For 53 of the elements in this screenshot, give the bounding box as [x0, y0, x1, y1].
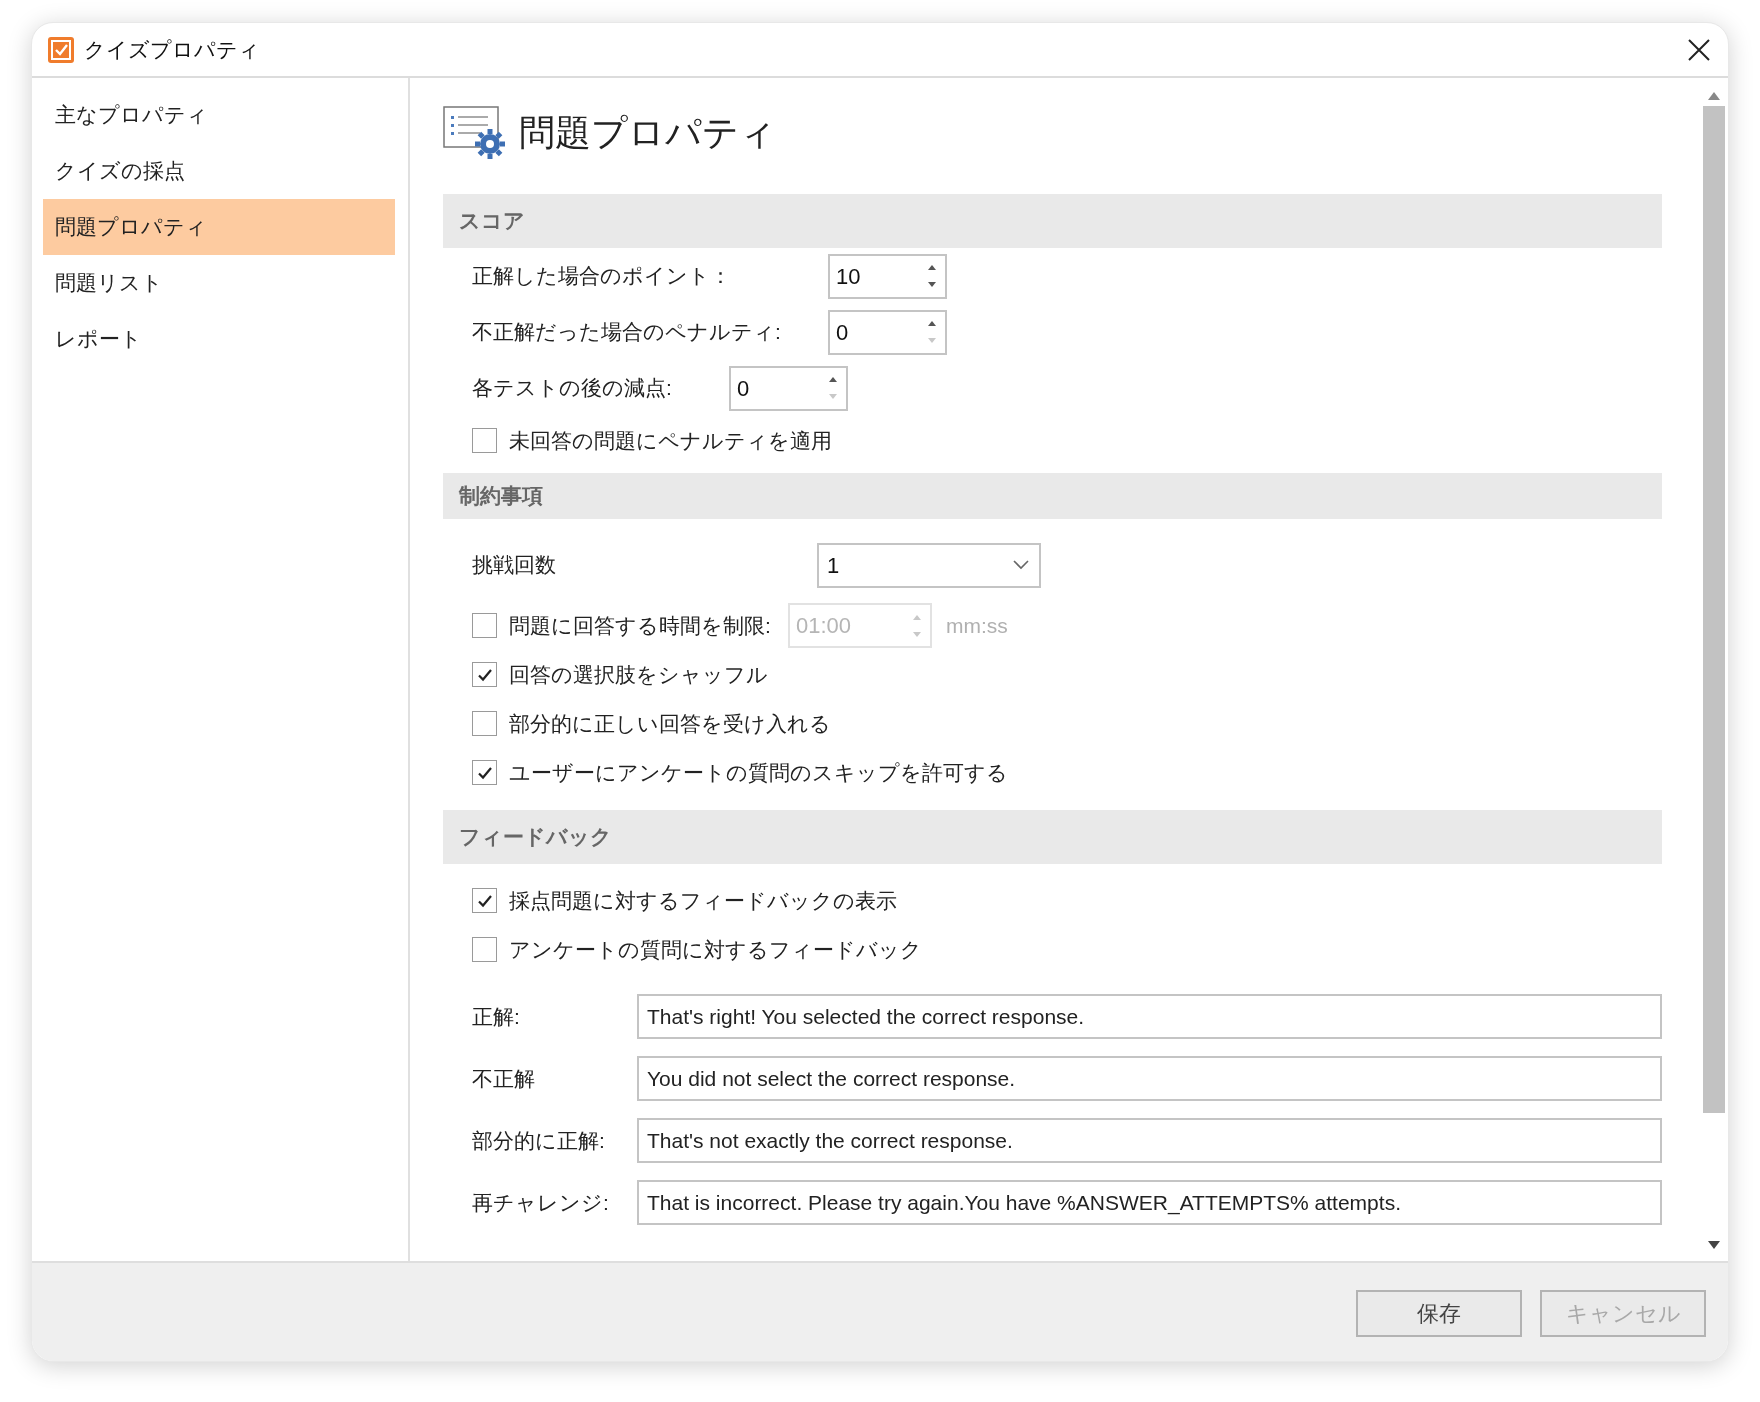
scroll-up-arrow-icon[interactable]: [1707, 92, 1720, 100]
text-field[interactable]: You did not select the correct response.: [637, 1056, 1662, 1101]
number-spinner[interactable]: 0: [828, 309, 947, 355]
section-header: スコア: [443, 194, 1662, 248]
spinner-value: 0: [836, 318, 850, 347]
checkbox[interactable]: [472, 711, 497, 736]
checkbox[interactable]: [472, 937, 497, 962]
text-field[interactable]: That's not exactly the correct response.: [637, 1118, 1662, 1163]
sidebar-item[interactable]: レポート: [43, 311, 395, 367]
section-header: フィードバック: [443, 810, 1662, 864]
checkbox[interactable]: [472, 888, 497, 913]
text-field[interactable]: That is incorrect. Please try again.You have %ANSWER_ATTEMPTS% attempts.: [637, 1180, 1662, 1225]
sidebar-item[interactable]: 問題プロパティ: [43, 199, 395, 255]
page-title: 問題プロパティ: [519, 110, 776, 155]
checkbox-label: 回答の選択肢をシャッフル: [509, 661, 768, 688]
window-title: クイズプロパティ: [84, 36, 261, 63]
checkbox-label: 問題に回答する時間を制限:: [509, 612, 772, 639]
sidebar-item[interactable]: 問題リスト: [43, 255, 395, 311]
sidebar-item[interactable]: 主なプロパティ: [43, 87, 395, 143]
unit-label: mm:ss: [946, 612, 1008, 639]
checkbox-label: アンケートの質問に対するフィードバック: [509, 936, 922, 963]
field-label: 正解した場合のポイント：: [472, 263, 732, 290]
spinner-value: 01:00: [796, 612, 853, 640]
scroll-down-arrow-icon[interactable]: [1707, 1241, 1720, 1249]
field-label: 各テストの後の減点:: [472, 375, 673, 402]
field-label: 不正解だった場合のペナルティ:: [472, 319, 782, 346]
text-field[interactable]: That's right! You selected the correct response.: [637, 994, 1662, 1039]
checkbox-label: 部分的に正しい回答を受け入れる: [509, 710, 831, 737]
field-label: 再チャレンジ:: [472, 1189, 610, 1216]
number-spinner[interactable]: 10: [828, 253, 947, 299]
dropdown-value: 1: [827, 551, 841, 580]
checkbox[interactable]: [472, 428, 497, 453]
spinner-value: 10: [836, 262, 862, 291]
field-label: 不正解: [472, 1065, 536, 1092]
number-spinner[interactable]: 0: [729, 365, 848, 411]
list-settings-icon: [443, 105, 507, 160]
field-label: 挑戦回数: [472, 552, 557, 579]
chevron-down-icon: [1013, 560, 1029, 570]
field-label: 正解:: [472, 1003, 521, 1030]
checkbox-label: 未回答の問題にペナルティを適用: [509, 427, 832, 454]
checkbox-label: 採点問題に対するフィードバックの表示: [509, 887, 897, 914]
section-header: 制約事項: [443, 473, 1662, 519]
checkbox[interactable]: [472, 760, 497, 785]
checkbox-label: ユーザーにアンケートの質問のスキップを許可する: [509, 759, 1008, 786]
field-label: 部分的に正解:: [472, 1127, 606, 1154]
close-icon[interactable]: [1688, 38, 1710, 61]
dialog-button[interactable]: 保存: [1356, 1290, 1522, 1337]
spinner-value: 0: [737, 374, 751, 403]
checkbox[interactable]: [472, 662, 497, 687]
sidebar-item[interactable]: クイズの採点: [43, 143, 395, 199]
dropdown[interactable]: 1: [817, 542, 1041, 588]
scrollbar-thumb[interactable]: [1702, 106, 1725, 1113]
checkbox-logo-icon: [48, 36, 74, 63]
